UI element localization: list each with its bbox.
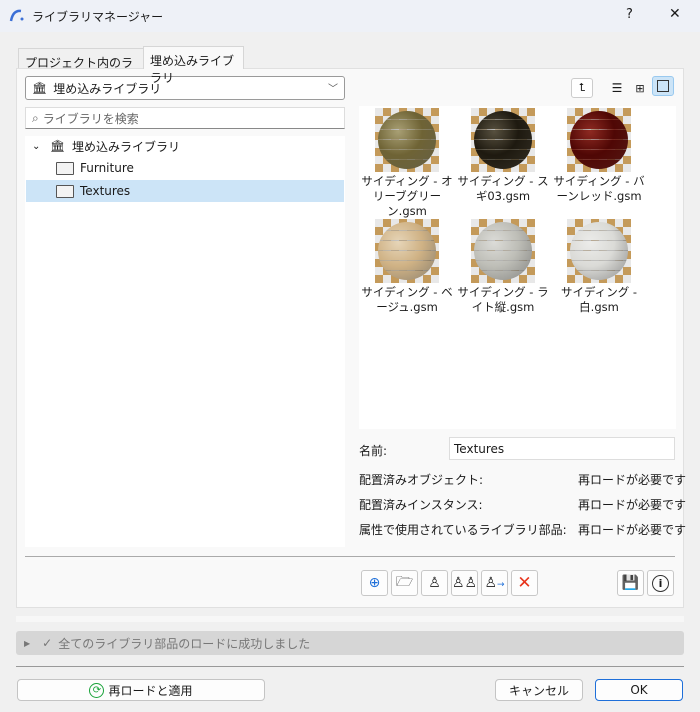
check-icon: ✓ [42, 636, 53, 650]
ok-button[interactable]: OK [595, 679, 683, 701]
move-object-button[interactable]: ♙→ [481, 570, 508, 596]
tree-item-label: Furniture [80, 161, 134, 175]
placed-instances-value: 再ロードが必要です [578, 498, 687, 512]
search-icon: ⌕ [32, 110, 39, 125]
reload-label: 再ロードと適用 [108, 683, 193, 698]
status-text: 全てのライブラリ部品のロードに成功しました [58, 636, 311, 651]
placed-instances-label: 配置済みインスタンス: [359, 498, 483, 512]
item-grid: サイディング - オリーブグリーン.gsm サイディング - スギ03.gsm サイ… [359, 108, 659, 315]
item-label: サイディング - バーンレッド.gsm [553, 174, 645, 203]
name-label: 名前: [359, 444, 388, 458]
status-bar[interactable]: ▶ ✓ 全てのライブラリ部品のロードに成功しました [16, 631, 684, 655]
item-label: サイディング - スギ03.gsm [457, 174, 549, 203]
app-logo-icon [9, 7, 25, 23]
folder-up-icon: ⮤ [578, 81, 586, 94]
item-thumbnail [567, 108, 631, 172]
library-item[interactable]: サイディング - ライト縦.gsm [455, 219, 551, 315]
attribute-parts-label: 属性で使用されているライブラリ部品: [359, 523, 567, 537]
chairs-icon: ♙♙ [451, 575, 478, 591]
item-label: サイディング - オリーブグリーン.gsm [361, 174, 453, 218]
help-button[interactable]: ? [626, 7, 633, 22]
attribute-parts-value: 再ロードが必要です [578, 523, 687, 537]
chair-export-icon: ♙ [428, 575, 441, 591]
expand-arrow-icon[interactable]: ▶ [24, 639, 30, 648]
placed-objects-label: 配置済みオブジェクト: [359, 473, 484, 487]
add-library-button[interactable]: ⊕ [361, 570, 388, 596]
material-sphere [474, 111, 532, 169]
export-object-button[interactable]: ♙ [421, 570, 448, 596]
material-sphere [378, 222, 436, 280]
divider [25, 556, 675, 557]
tab-embedded-library[interactable]: 埋め込みライブラリ [143, 46, 244, 85]
item-label: サイディング - ライト縦.gsm [457, 285, 549, 314]
grid-view-button[interactable]: ⊞ [629, 78, 651, 98]
tree-item-furniture[interactable]: Furniture [26, 157, 344, 179]
placed-objects-value: 再ロードが必要です [578, 473, 687, 487]
chevron-down-icon[interactable]: ⌄ [32, 141, 48, 152]
delete-x-icon: ✕ [517, 573, 532, 593]
reload-apply-button[interactable]: ⟳ 再ロードと適用 [17, 679, 265, 701]
divider [16, 666, 684, 667]
library-item[interactable]: サイディング - バーンレッド.gsm [551, 108, 647, 219]
tab-project-library[interactable]: プロジェクト内のライブラリ [18, 48, 144, 87]
item-thumbnail [375, 219, 439, 283]
tree-item-root[interactable]: ⌄ 🏛 埋め込みライブラリ [26, 135, 344, 157]
large-icon-view-icon [657, 80, 669, 92]
name-field[interactable]: Textures [449, 437, 675, 460]
item-thumbnail [375, 108, 439, 172]
chevron-down-icon: ﹀ [328, 84, 338, 95]
material-sphere [570, 222, 628, 280]
library-item[interactable]: サイディング - オリーブグリーン.gsm [359, 108, 455, 219]
spacer [16, 616, 684, 622]
chair-move-icon: ♙→ [484, 575, 505, 591]
library-select[interactable]: 🏛 埋め込みライブラリ ﹀ [25, 76, 345, 100]
folder-add-icon: ⊕ [368, 575, 381, 591]
objects-button[interactable]: ♙♙ [451, 570, 478, 596]
reload-icon: ⟳ [89, 682, 105, 698]
item-thumbnail [471, 219, 535, 283]
folder-icon [56, 161, 74, 175]
tree-item-label: 埋め込みライブラリ [72, 139, 181, 154]
library-icon: 🏛 [50, 139, 66, 153]
library-select-value: 埋め込みライブラリ [53, 81, 162, 96]
item-thumbnail [567, 219, 631, 283]
search-input[interactable]: ⌕ ライブラリを検索 [25, 107, 345, 129]
parent-folder-button[interactable]: ⮤ [571, 78, 593, 98]
item-thumbnail [471, 108, 535, 172]
folder-icon [56, 184, 74, 198]
info-button[interactable]: i [647, 570, 674, 596]
tree-item-label: Textures [80, 184, 131, 198]
cancel-button[interactable]: キャンセル [495, 679, 583, 701]
material-sphere [474, 222, 532, 280]
grid-view-icon: ⊞ [635, 81, 645, 95]
list-view-icon: ☰ [611, 81, 623, 95]
material-sphere [570, 111, 628, 169]
close-button[interactable]: ✕ [669, 6, 681, 22]
delete-button[interactable]: ✕ [511, 570, 538, 596]
library-icon: 🏛 [32, 81, 48, 95]
library-item[interactable]: サイディング - ベージュ.gsm [359, 219, 455, 315]
item-label: サイディング - ベージュ.gsm [361, 285, 453, 314]
window-title: ライブラリマネージャー [32, 10, 164, 24]
material-sphere [378, 111, 436, 169]
info-icon: i [652, 574, 669, 592]
library-item[interactable]: サイディング - 白.gsm [551, 219, 647, 315]
large-icon-view-button[interactable] [652, 76, 674, 96]
folder-export-icon: 🗁 [395, 574, 414, 590]
list-view-button[interactable]: ☰ [606, 78, 628, 98]
library-item[interactable]: サイディング - スギ03.gsm [455, 108, 551, 219]
save-button[interactable]: 💾 [617, 570, 644, 596]
save-icon: 💾 [621, 575, 640, 591]
search-placeholder: ライブラリを検索 [42, 111, 139, 126]
item-label: サイディング - 白.gsm [561, 285, 637, 314]
tree-item-textures[interactable]: Textures [26, 180, 344, 202]
open-folder-button[interactable]: 🗁 [391, 570, 418, 596]
